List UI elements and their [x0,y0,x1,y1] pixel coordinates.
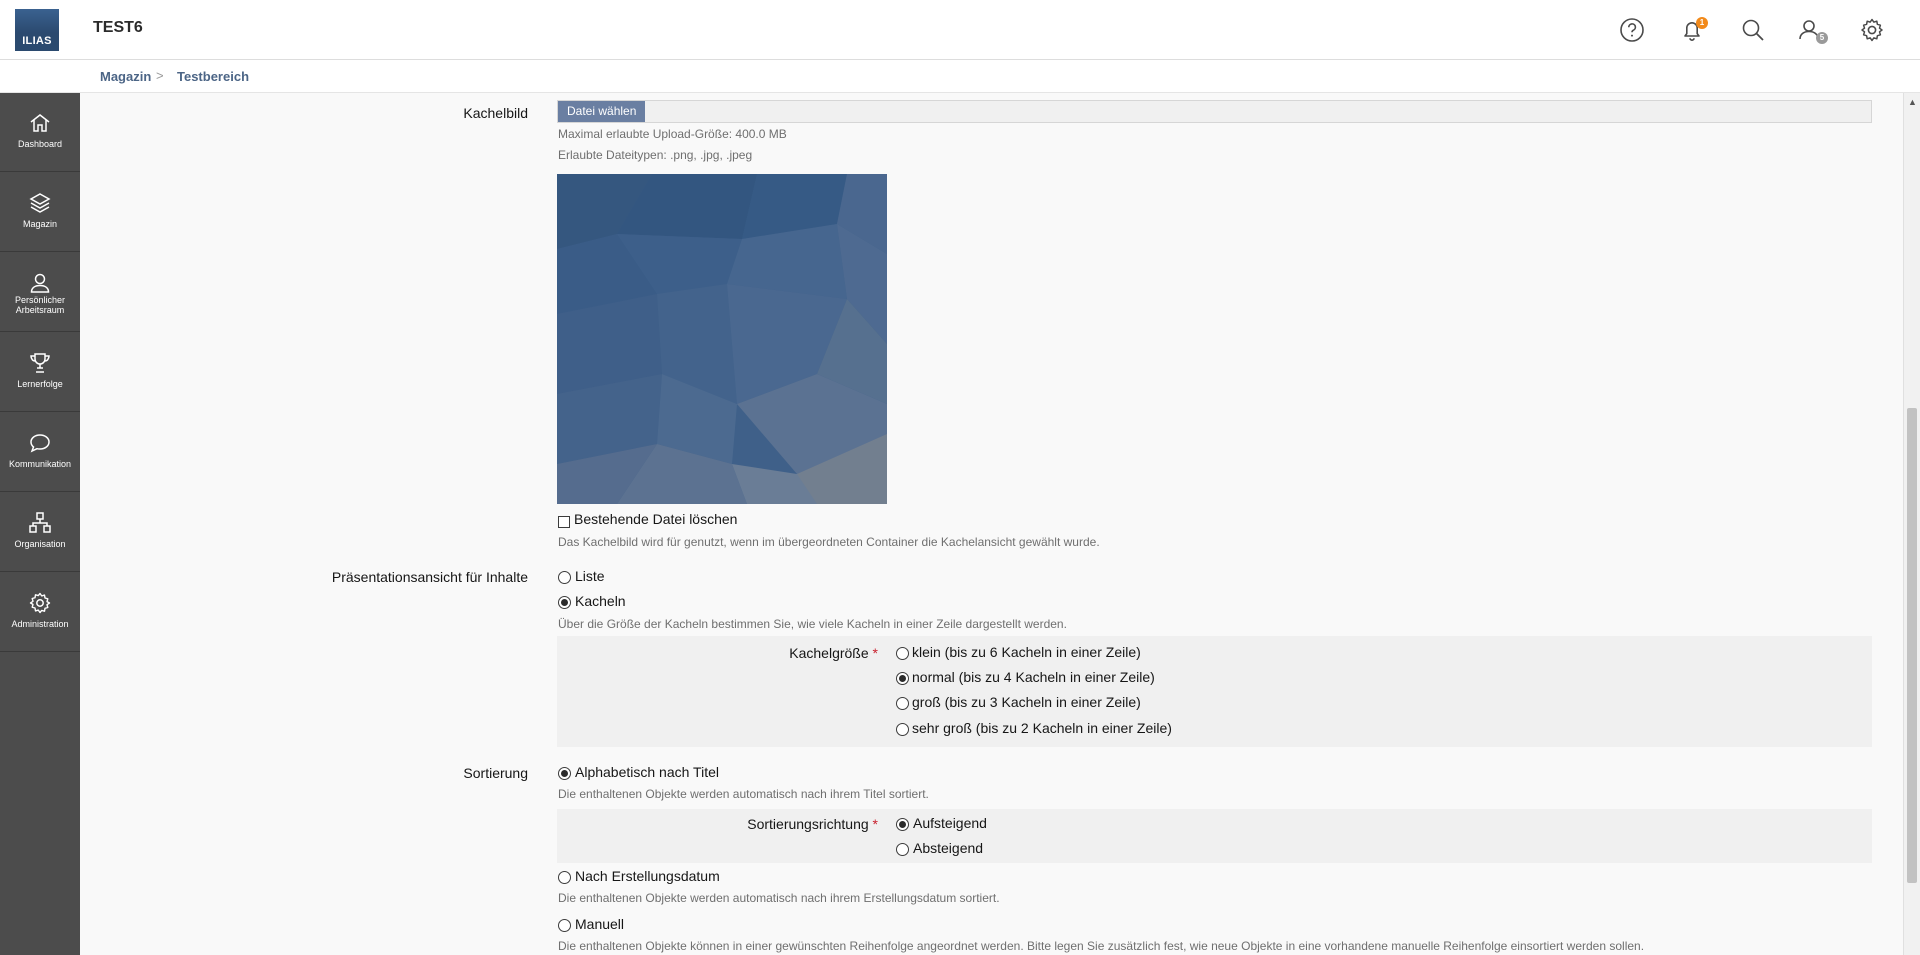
breadcrumb-separator-icon: > [156,68,164,83]
tile-size-option-small: klein (bis zu 6 Kacheln in einer Zeile) [912,644,1141,660]
contacts-badge: 5 [1816,32,1828,44]
sidebar-item-kommunikation[interactable]: Kommunikation [0,413,80,492]
presentation-label: Präsentationsansicht für Inhalte [331,569,528,585]
sidebar-item-dashboard[interactable]: Dashboard [0,93,80,172]
sorting-radio-manual[interactable] [558,919,571,932]
tile-size-label: Kachelgröße * [789,645,878,661]
sidebar-item-magazin[interactable]: Magazin [0,173,80,252]
sidebar-item-label: Administration [11,619,69,629]
sort-direction-label: Sortierungsrichtung * [747,816,878,832]
delete-file-checkbox[interactable] [558,516,570,528]
layers-icon [29,193,51,213]
chat-icon [30,434,50,453]
choose-file-button[interactable]: Datei wählen [558,101,646,122]
breadcrumb-testbereich[interactable]: Testbereich [177,69,249,84]
ilias-logo[interactable]: ILIAS [15,9,59,51]
presentation-radio-tiles[interactable] [558,596,571,609]
sidebar-item-label: Magazin [22,219,58,229]
scrollbar-thumb[interactable] [1907,408,1917,883]
breadcrumb: Magazin > Testbereich [0,60,1920,93]
settings-form: Kachelbild Datei wählen Maximal erlaubte… [94,93,1903,955]
tile-size-option-normal: normal (bis zu 4 Kacheln in einer Zeile) [912,669,1155,685]
bell-icon[interactable]: 1 [1677,15,1708,45]
search-icon[interactable] [1738,15,1768,45]
org-icon [29,512,51,533]
sidebar-item-administration[interactable]: Administration [0,573,80,652]
scroll-up-icon[interactable]: ▲ [1908,97,1917,107]
notification-badge: 1 [1696,17,1708,29]
tile-size-option-xlarge: sehr groß (bis zu 2 Kacheln in einer Zei… [912,720,1172,736]
max-upload-size-text: Maximal erlaubte Upload-Größe: 400.0 MB [558,127,787,141]
trophy-icon [30,353,50,373]
sorting-creation-date-help: Die enthaltenen Objekte werden automatis… [558,891,1000,905]
tile-size-radio-normal[interactable] [896,672,909,685]
tile-size-radio-xlarge[interactable] [896,723,909,736]
top-header: ILIAS TEST6 1 5 [0,0,1920,60]
allowed-file-types-text: Erlaubte Dateitypen: .png, .jpg, .jpeg [558,148,753,162]
sort-direction-option-asc: Aufsteigend [913,815,987,831]
sorting-option-creation-date: Nach Erstellungsdatum [575,868,720,884]
sidebar-item-label: Lernerfolge [17,379,63,389]
sidebar-item-label: Persönlicher Arbeitsraum [14,295,66,315]
site-title: TEST6 [93,19,143,36]
contacts-icon[interactable]: 5 [1795,15,1828,45]
sidebar-item-label: Organisation [14,539,66,549]
help-icon[interactable] [1617,15,1647,45]
presentation-radio-list[interactable] [558,571,571,584]
sidebar-item-personal-workspace[interactable]: Persönlicher Arbeitsraum [0,253,80,332]
tile-image-preview [557,174,887,504]
sorting-option-manual: Manuell [575,916,625,932]
sorting-option-alphabetical: Alphabetisch nach Titel [575,764,719,780]
tile-size-radio-large[interactable] [896,697,909,710]
sorting-radio-creation-date[interactable] [558,871,571,884]
presentation-help-text: Über die Größe der Kacheln bestimmen Sie… [558,617,1067,631]
sorting-label: Sortierung [463,765,528,781]
main-content: Kachelbild Datei wählen Maximal erlaubte… [80,93,1903,955]
presentation-option-list: Liste [575,568,605,584]
sidebar-item-label: Dashboard [17,139,63,149]
main-sidebar: Dashboard Magazin Persönlicher Arbeitsra… [0,93,80,955]
page-scrollbar[interactable]: ▲ [1903,93,1920,955]
sorting-radio-alphabetical[interactable] [558,767,571,780]
sorting-alphabetical-help: Die enthaltenen Objekte werden automatis… [558,787,929,801]
logo-text: ILIAS [22,35,52,47]
tile-size-option-large: groß (bis zu 3 Kacheln in einer Zeile) [912,694,1141,710]
sidebar-item-lernerfolge[interactable]: Lernerfolge [0,333,80,412]
delete-file-label: Bestehende Datei löschen [574,511,738,527]
settings-icon[interactable] [1857,15,1887,45]
tile-size-radio-small[interactable] [896,647,909,660]
file-upload-field[interactable]: Datei wählen [557,100,1872,123]
sort-direction-option-desc: Absteigend [913,840,984,856]
home-icon [30,114,50,132]
sidebar-item-label: Kommunikation [8,459,72,469]
sort-direction-radio-asc[interactable] [896,818,909,831]
gear-icon [29,592,51,614]
sidebar-item-organisation[interactable]: Organisation [0,493,80,572]
kachelbild-help-text: Das Kachelbild wird für genutzt, wenn im… [558,535,1100,549]
sorting-manual-help: Die enthaltenen Objekte können in einer … [558,939,1645,953]
presentation-option-tiles: Kacheln [575,593,626,609]
user-icon [30,273,50,293]
kachelbild-label: Kachelbild [463,105,528,121]
sort-direction-radio-desc[interactable] [896,843,909,856]
breadcrumb-magazin[interactable]: Magazin [100,69,151,84]
